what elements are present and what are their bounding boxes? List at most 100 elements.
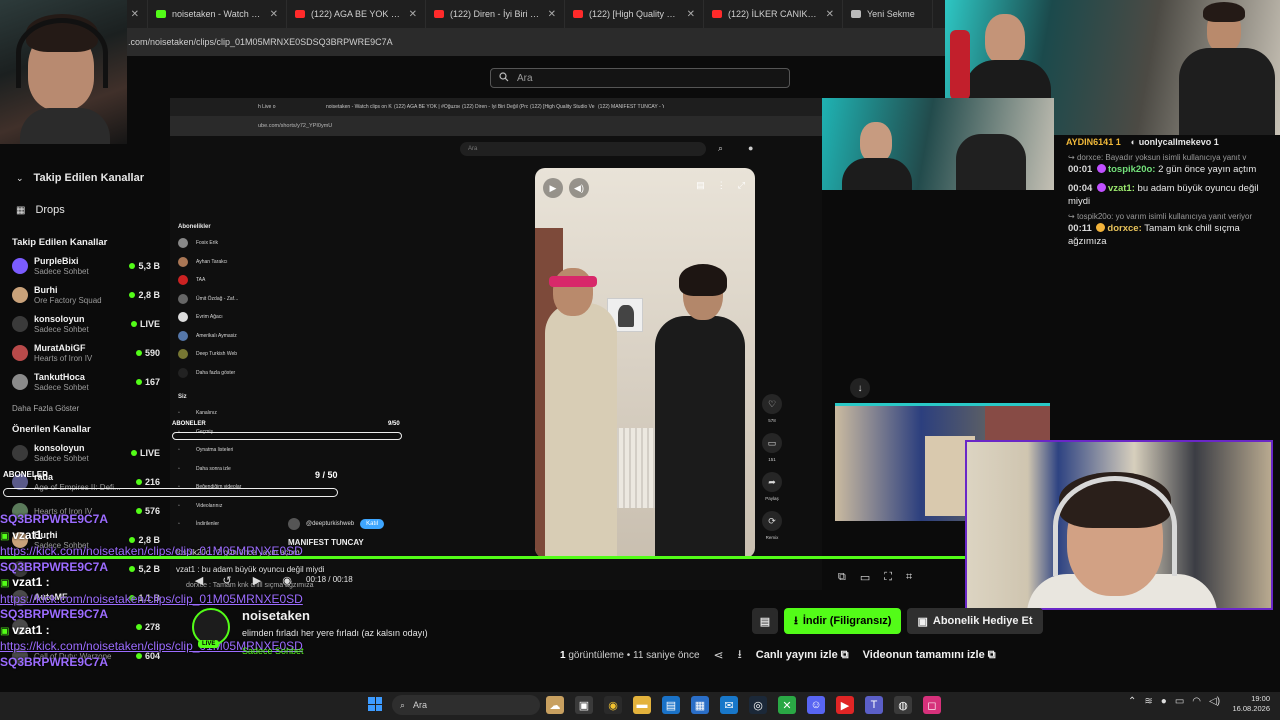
viewer-count: 2,8 B [129,290,170,300]
avatar [178,367,188,378]
sidebar-channel[interactable]: MuratAbiGF Hearts of Iron IV 590 [0,338,170,367]
remix-icon[interactable]: ⟳ [762,511,782,531]
live-dot-icon [129,262,136,269]
short-video[interactable]: ▶ ◀) ▤ ⋮ ⤢ [535,168,755,558]
download-button[interactable]: ⭳ İndir (Filigransız) [784,608,902,634]
arrow-down-icon[interactable]: ↓ [850,378,870,398]
pip-icon[interactable]: ⧉ [838,571,846,584]
browser-tab[interactable]: (122) [High Quality Stud ✕ [565,0,704,28]
next-icon[interactable]: ▶ [250,573,264,587]
sidebar-following-toggle[interactable]: ⌄ Takip Edilen Kanallar [0,167,170,189]
sidebar-channel[interactable]: PurpleBixi Sadece Sohbet 5,3 B [0,251,170,280]
chat-username[interactable]: vzat1: [1108,183,1135,194]
instagram-icon[interactable]: ◻ [923,696,941,714]
browser-tab[interactable]: noisetaken - Watch clips ✕ [148,0,287,28]
streamer-name[interactable]: noisetaken [242,608,310,623]
speaker-icon[interactable]: ◁) [1209,696,1220,707]
player-controls: ⧉ ▭ ⛶ ⌗ [838,571,912,584]
chevron-up-icon[interactable]: ⌃ [1128,696,1136,707]
like-icon[interactable]: ♡ [762,394,782,414]
stream-category[interactable]: Sadece Sohbet [242,646,304,656]
fullscreen-icon[interactable]: ⛶ [884,571,892,584]
address-bar-url[interactable]: .com/noisetaken/clips/clip_01M05MRNXE0SD… [128,37,393,47]
replay-icon[interactable]: ↺ [220,573,234,587]
steam-icon[interactable]: ◎ [749,696,767,714]
sidebar-channel[interactable]: konsoloyun Sadece Sohbet LIVE [0,309,170,338]
sidebar-item-drops[interactable]: ▦ Drops [0,199,170,221]
volume-icon[interactable]: ◉ [280,573,294,587]
close-icon[interactable]: ✕ [687,9,695,20]
clip-meta: 1 görüntüleme • 11 saniye önce ⋖ ⭳ Canlı… [560,646,996,664]
overlay-chat-line: ▣ vzat1 : [0,528,460,545]
gift-subscription-button[interactable]: ▣ Abonelik Hediye Et [907,608,1043,634]
captions-icon[interactable]: ▤ [696,180,705,191]
weather-icon[interactable]: ☁ [546,696,564,714]
viewer-count: LIVE [130,319,170,329]
taskbar-search[interactable]: ⌕ Ara [392,695,540,715]
teams-icon[interactable]: T [865,696,883,714]
task-view-icon[interactable]: ▣ [575,696,593,714]
download-icon[interactable]: ⭳ [738,645,742,666]
close-icon[interactable]: ✕ [270,9,278,20]
overlay-chat-link[interactable]: https://kick.com/noisetaken/clips/clip_0… [0,592,303,606]
report-button[interactable]: ▤ [752,608,778,634]
chat-username[interactable]: dorxce: [1107,223,1141,234]
overlay-chat-code: SQ3BRPWRE9C7A [0,654,109,669]
watch-live-link[interactable]: Canlı yayını izle ⧉ [756,649,849,662]
share-icon[interactable]: ➦ [762,472,782,492]
outlook-icon[interactable]: ✉ [720,696,738,714]
browser-tab[interactable]: (122) AGA BE YOK #O ✕ [287,0,426,28]
chat-timestamp: 00:01 [1068,164,1093,175]
close-icon[interactable]: ✕ [131,9,139,20]
file-explorer-icon[interactable]: ▬ [633,696,651,714]
clip-icon[interactable]: ⌗ [906,571,912,584]
show-more-link[interactable]: Daha Fazla Göster [0,396,170,422]
fullscreen-icon[interactable]: ⤢ [738,180,745,191]
search-bar[interactable]: Ara [490,68,790,88]
webcam-streamer-bottom-right [965,440,1273,610]
game-icon[interactable]: ✕ [778,696,796,714]
play-icon[interactable]: ◀ [192,573,206,587]
comment-icon[interactable]: ▭ [762,433,782,453]
share-icon[interactable]: ⋖ [714,648,724,662]
network-icon[interactable]: ≋ [1144,696,1152,707]
store-icon[interactable]: ▤ [662,696,680,714]
wifi-icon[interactable]: ◠ [1192,696,1201,707]
close-icon[interactable]: ✕ [409,9,417,20]
live-dot-icon [130,320,137,327]
watch-full-link[interactable]: Videonun tamamını izle ⧉ [863,649,996,662]
theater-icon[interactable]: ▭ [860,571,870,584]
mic-icon[interactable]: ● [1161,696,1167,707]
subscription-item: TAA [178,271,278,290]
close-icon[interactable]: ✕ [826,9,834,20]
sidebar-channel[interactable]: TankutHoca Sadece Sohbet 167 [0,367,170,396]
tab-label: (122) İLKER CANIKLIGİLI [728,9,820,19]
taskbar-search-text: Ara [413,700,428,710]
chrome-icon[interactable]: ◉ [604,696,622,714]
channel-name: TankutHoca [34,371,85,382]
video-progress[interactable] [0,556,965,559]
sidebar-channel[interactable]: konsoloyun Sadece Sohbet LIVE [0,438,170,467]
system-clock[interactable]: 19:00 16.08.2026 [1226,694,1270,714]
more-icon[interactable]: ⋮ [717,180,726,191]
address-bar[interactable]: .com/noisetaken/clips/clip_01M05MRNXE0SD… [0,28,945,56]
chat-message: 00:04 vzat1: bu adam büyük oyuncu değil … [1060,182,1280,208]
browser-tab[interactable]: (122) İLKER CANIKLIGİLI ✕ [704,0,843,28]
obs-icon[interactable]: ◍ [894,696,912,714]
browser-tab[interactable]: Yeni Sekme [843,0,933,28]
display-icon[interactable]: ▭ [1175,696,1184,707]
shared-search: Ara [460,142,706,156]
windows-start-icon[interactable] [368,697,382,711]
volume-icon[interactable]: ◀) [569,178,589,198]
discord-icon[interactable]: ☺ [807,696,825,714]
gifter-name[interactable]: AYDIN6141 [1066,137,1113,147]
chat-reply-context: ↪ dorxce: Bayadır yoksun isimli kullanıc… [1060,153,1280,162]
browser-tab[interactable]: (122) Diren - İyi Biri Değil ✕ [426,0,565,28]
youtube-icon[interactable]: ▶ [836,696,854,714]
gifter-name[interactable]: uonlycallmekevo [1139,137,1212,147]
close-icon[interactable]: ✕ [548,9,556,20]
play-icon[interactable]: ▶ [543,178,563,198]
calendar-icon[interactable]: ▦ [691,696,709,714]
sidebar-channel[interactable]: Burhi Ore Factory Squad 2,8 B [0,280,170,309]
chat-username[interactable]: tospik20o: [1108,164,1156,175]
